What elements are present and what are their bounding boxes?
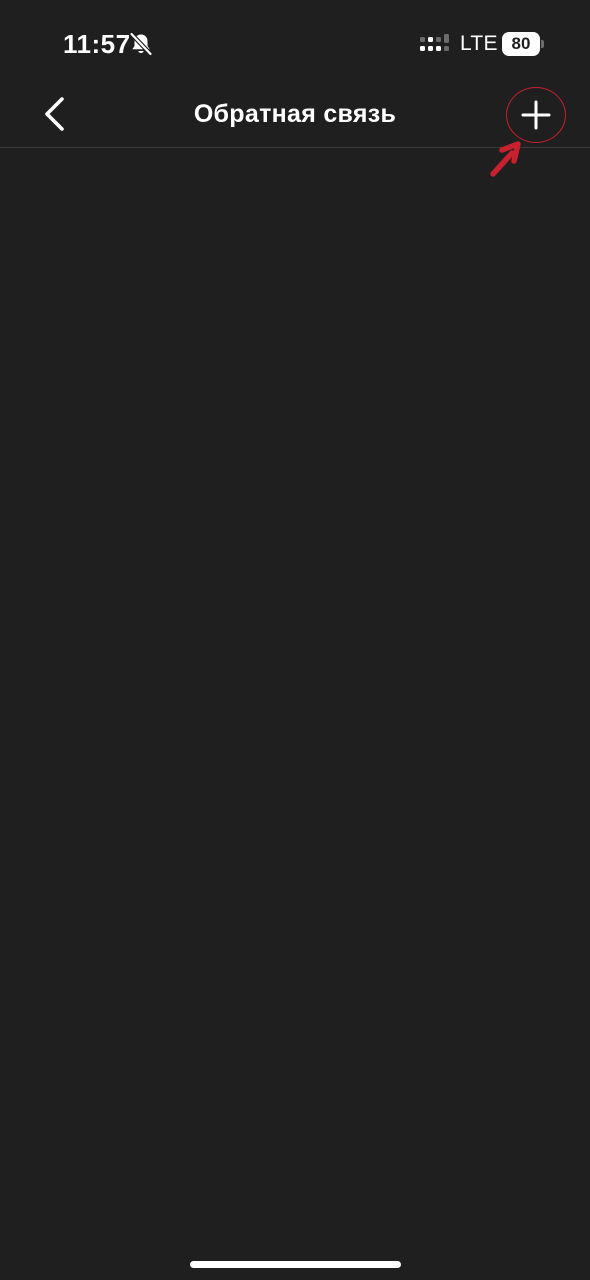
plus-icon — [521, 100, 551, 130]
add-feedback-button[interactable] — [508, 88, 564, 142]
home-indicator[interactable] — [190, 1261, 401, 1268]
battery-indicator: 80 — [502, 32, 546, 56]
nav-bar: Обратная связь — [0, 88, 590, 148]
signal-icon — [420, 34, 449, 51]
status-time: 11:57 — [63, 29, 131, 59]
battery-level: 80 — [511, 34, 531, 53]
status-bar: 11:57 LTE 80 — [0, 0, 590, 88]
page-title: Обратная связь — [193, 100, 397, 128]
network-type: LTE — [460, 32, 498, 55]
chevron-left-icon — [45, 97, 64, 131]
bell-slash-icon — [129, 31, 153, 57]
feedback-list — [0, 148, 590, 1248]
battery-tip — [541, 40, 544, 48]
back-button[interactable] — [32, 88, 76, 140]
